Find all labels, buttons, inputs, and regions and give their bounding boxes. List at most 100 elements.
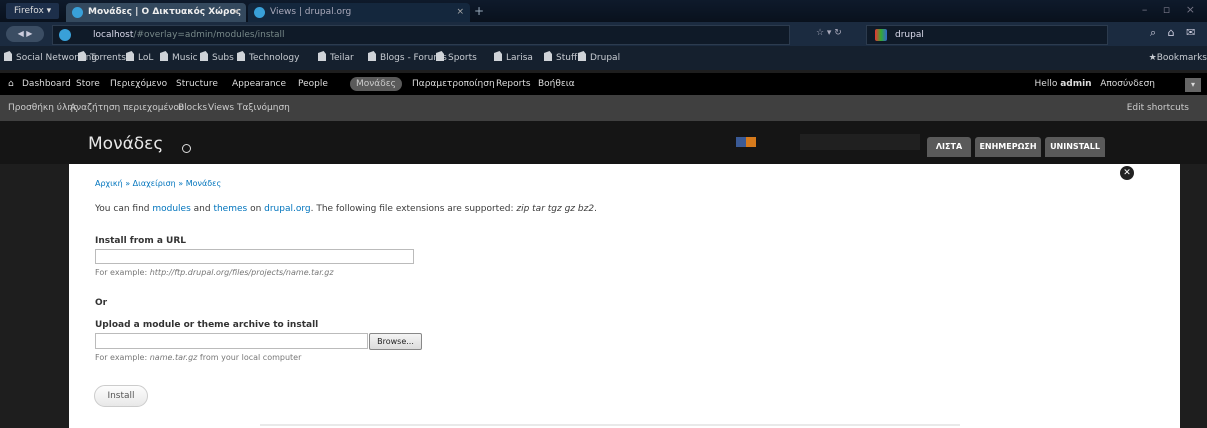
shortcut-item[interactable]: Ταξινόμηση	[237, 95, 290, 121]
breadcrumb: Αρχική » Διαχείριση » Μονάδες	[95, 179, 222, 188]
breadcrumb-modules[interactable]: Μονάδες	[186, 179, 221, 188]
folder-icon	[436, 51, 444, 61]
window-controls[interactable]: – ▫ ×	[1142, 3, 1201, 16]
upload-example: For example: name.tar.gz from your local…	[95, 353, 302, 362]
tab-list[interactable]: ΛΙΣΤΑ	[927, 137, 971, 157]
bookmark-item[interactable]: Teilar	[318, 46, 354, 70]
browse-button[interactable]: Browse...	[369, 333, 422, 350]
toolbar-item[interactable]: Structure	[176, 73, 218, 95]
tab-modules[interactable]: Μονάδες | Ο Δικτυακός Χώρος το... ×	[66, 3, 246, 36]
tab-label: Views | drupal.org	[270, 7, 352, 17]
folder-icon	[200, 51, 208, 61]
upload-label: Upload a module or theme archive to inst…	[95, 320, 319, 330]
bookmark-label: Teilar	[330, 53, 354, 63]
tab-close-icon[interactable]: ×	[232, 3, 240, 22]
bookmark-label: LoL	[138, 53, 154, 63]
bookmark-item[interactable]: Drupal	[578, 46, 620, 70]
install-button[interactable]: Install	[94, 385, 148, 407]
username[interactable]: admin	[1060, 79, 1091, 89]
back-forward-button[interactable]: ◀ ▶	[6, 26, 44, 42]
breadcrumb-admin[interactable]: Διαχείριση	[133, 179, 176, 188]
breadcrumb-home[interactable]: Αρχική	[95, 179, 123, 188]
shortcut-item[interactable]: Views	[208, 95, 234, 121]
bookmark-item[interactable]: Blogs - Forums	[368, 46, 447, 70]
folder-icon	[4, 51, 12, 61]
upload-file-input[interactable]	[95, 333, 368, 349]
toolbar-item[interactable]: Appearance	[232, 73, 286, 95]
folder-icon	[494, 51, 502, 61]
close-icon[interactable]: ✕	[1118, 164, 1136, 182]
extensions-list: zip tar tgz gz bz2	[516, 204, 595, 214]
add-shortcut-icon[interactable]	[182, 144, 191, 153]
toolbar-item[interactable]: Βοήθεια	[538, 73, 575, 95]
tab-views[interactable]: Views | drupal.org ×	[248, 3, 470, 22]
bookmark-item[interactable]: Larisa	[494, 46, 533, 70]
bookmark-item[interactable]: Technology	[237, 46, 299, 70]
star-reload-icon[interactable]: ☆ ▾ ↻	[816, 28, 842, 38]
page-title: Μονάδες	[88, 134, 164, 154]
folder-icon	[126, 51, 134, 61]
feed-icon	[736, 137, 756, 147]
toolbar-item[interactable]: Περιεχόμενο	[110, 73, 167, 95]
folder-icon	[78, 51, 86, 61]
new-tab-button[interactable]: +	[474, 4, 484, 18]
toolbar-item[interactable]: Dashboard	[22, 73, 71, 95]
logout-link[interactable]: Αποσύνδεση	[1100, 79, 1155, 89]
nav-extra-icons[interactable]: ⌕ ⌂ ✉	[1150, 26, 1199, 40]
bookmark-label: Stuff	[556, 53, 578, 63]
url-bar[interactable]: localhost/#overlay=admin/modules/install	[52, 25, 790, 45]
shortcut-item[interactable]: Προσθήκη ύλης	[8, 95, 78, 121]
bookmark-label: Sports	[448, 53, 477, 63]
toolbar-item[interactable]: Παραμετροποίηση	[412, 73, 495, 95]
search-bar[interactable]: drupal	[866, 25, 1108, 45]
tab-uninstall[interactable]: UNINSTALL	[1045, 137, 1105, 157]
or-label: Or	[95, 298, 108, 308]
google-icon	[875, 29, 887, 41]
bookmark-label: Drupal	[590, 53, 621, 63]
install-url-label: Install from a URL	[95, 236, 187, 246]
bookmark-label: Subs	[212, 53, 234, 63]
folder-icon	[544, 51, 552, 61]
install-url-input[interactable]	[95, 249, 414, 264]
folder-icon	[578, 51, 586, 61]
bookmark-label: Torrents	[90, 53, 126, 63]
bookmark-item[interactable]: Subs	[200, 46, 234, 70]
modules-link[interactable]: modules	[152, 204, 190, 214]
toolbar-toggle-icon[interactable]: ▾	[1185, 78, 1201, 92]
tab-close-icon[interactable]: ×	[456, 3, 464, 22]
drupal-org-link[interactable]: drupal.org	[264, 204, 310, 214]
user-greeting: Hello admin Αποσύνδεση	[1034, 79, 1155, 89]
bookmark-item[interactable]: Sports	[436, 46, 477, 70]
footer-divider	[260, 424, 960, 426]
edit-shortcuts-link[interactable]: Edit shortcuts	[1127, 95, 1189, 121]
install-url-example: For example: http://ftp.drupal.org/files…	[95, 268, 334, 277]
folder-icon	[368, 51, 376, 61]
home-icon[interactable]: ⌂	[8, 73, 14, 95]
drupal-favicon-icon	[72, 7, 83, 18]
folder-icon	[160, 51, 168, 61]
toolbar-item[interactable]: Reports	[496, 73, 531, 95]
toolbar-item[interactable]: People	[298, 73, 328, 95]
url-text: localhost/#overlay=admin/modules/install	[93, 30, 285, 40]
header-search-box	[800, 134, 920, 150]
site-identity-icon	[59, 29, 71, 41]
folder-icon	[237, 51, 245, 61]
bookmark-item[interactable]: Stuff	[544, 46, 577, 70]
firefox-menu-button[interactable]: Firefox ▾	[6, 3, 60, 19]
bookmark-item[interactable]: Torrents	[78, 46, 126, 70]
search-text: drupal	[895, 30, 924, 40]
bookmark-label: Larisa	[506, 53, 533, 63]
bookmarks-menu[interactable]: ★Bookmarks	[1149, 46, 1207, 70]
bookmark-item[interactable]: LoL	[126, 46, 153, 70]
bookmark-label: Technology	[249, 53, 300, 63]
themes-link[interactable]: themes	[213, 204, 247, 214]
intro-text: You can find modules and themes on drupa…	[95, 204, 597, 214]
toolbar-item[interactable]: Μονάδες	[350, 77, 402, 91]
tab-update[interactable]: ΕΝΗΜΕΡΩΣΗ	[975, 137, 1041, 157]
bookmark-item[interactable]: Music	[160, 46, 198, 70]
shortcut-item[interactable]: Αναζήτηση περιεχομένου	[70, 95, 184, 121]
bookmark-label: Music	[172, 53, 198, 63]
toolbar-item[interactable]: Store	[76, 73, 100, 95]
shortcut-item[interactable]: Blocks	[178, 95, 207, 121]
drupal-favicon-icon	[254, 7, 265, 18]
